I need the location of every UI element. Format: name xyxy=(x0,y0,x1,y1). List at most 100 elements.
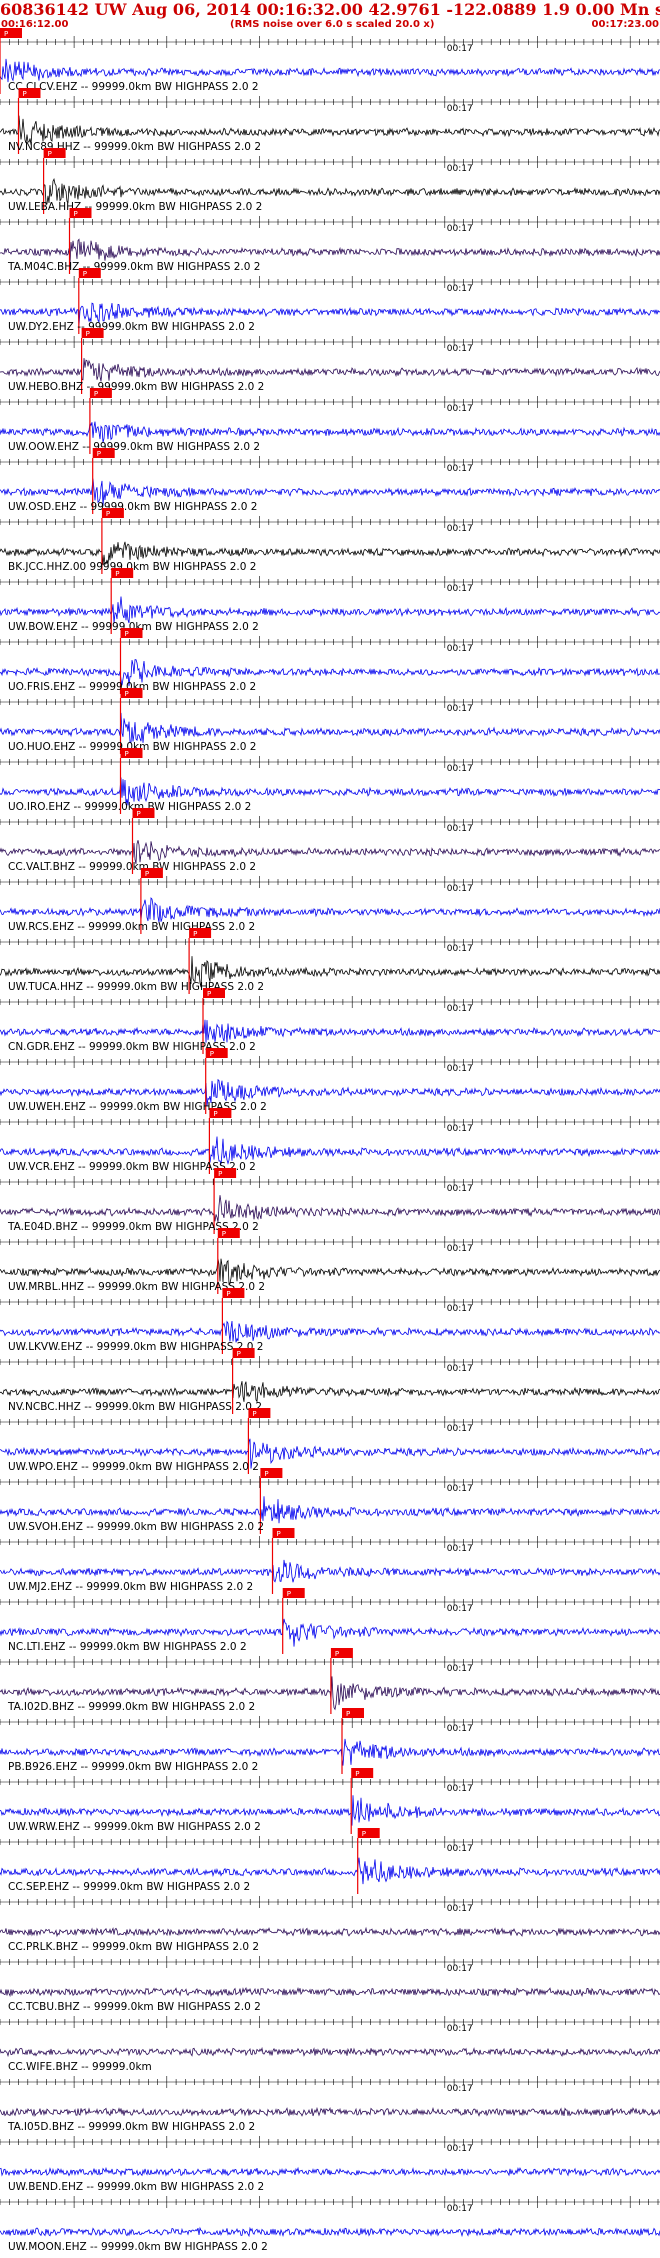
trace-label: UW.DY2.EHZ -- 99999.0km BW HIGHPASS 2.0 … xyxy=(8,321,255,333)
trace-label: UW.LEBA.HHZ -- 99999.0km BW HIGHPASS 2.0… xyxy=(8,201,262,213)
trace-label: UW.TUCA.HHZ -- 99999.0km BW HIGHPASS 2.0… xyxy=(8,981,264,993)
trace-label: UW.BEND.EHZ -- 99999.0km BW HIGHPASS 2.0… xyxy=(8,2181,264,2193)
waveform-trace xyxy=(0,1381,660,1403)
pick-marker-label: P xyxy=(237,1350,241,1358)
minute-tick-label: 00:17 xyxy=(447,2024,473,2034)
trace-label: TA.I05D.BHZ -- 99999.0km BW HIGHPASS 2.0… xyxy=(7,2121,255,2133)
waveform-trace xyxy=(0,2166,660,2177)
pick-marker-label: P xyxy=(145,870,149,878)
seismogram-plot: 00:17PCC.CLCV.EHZ -- 99999.0km BW HIGHPA… xyxy=(0,28,660,2253)
minute-tick-label: 00:17 xyxy=(447,1964,473,1974)
minute-tick-label: 00:17 xyxy=(447,524,473,534)
minute-tick-label: 00:17 xyxy=(447,1124,473,1134)
minute-tick-label: 00:17 xyxy=(447,1904,473,1914)
pick-marker-label: P xyxy=(94,390,98,398)
waveform-trace xyxy=(0,1195,660,1222)
waveform-trace xyxy=(0,596,660,624)
minute-tick-label: 00:17 xyxy=(447,1184,473,1194)
trace-label: UW.MOON.EHZ -- 99999.0km BW HIGHPASS 2.0… xyxy=(8,2241,268,2253)
minute-tick-label: 00:17 xyxy=(447,344,473,354)
pick-marker-label: P xyxy=(115,570,119,578)
trace-label: UW.HEBO.BHZ -- 99999.0km BW HIGHPASS 2.0… xyxy=(8,381,264,393)
waveform-trace xyxy=(0,1320,660,1343)
minute-tick-label: 00:17 xyxy=(447,1064,473,1074)
minute-tick-label: 00:17 xyxy=(447,1484,473,1494)
minute-tick-label: 00:17 xyxy=(447,1004,473,1014)
waveform-trace xyxy=(0,897,660,923)
pick-marker-label: P xyxy=(74,210,78,218)
minute-tick-label: 00:17 xyxy=(447,1244,473,1254)
pick-marker-label: P xyxy=(106,510,110,518)
minute-tick-label: 00:17 xyxy=(447,1844,473,1854)
pick-marker-label: P xyxy=(23,90,27,98)
pick-marker-label: P xyxy=(355,1770,359,1778)
minute-tick-label: 00:17 xyxy=(447,584,473,594)
pick-marker-label: P xyxy=(226,1290,230,1298)
trace-label: CC.WIFE.BHZ -- 99999.0km xyxy=(8,2061,152,2073)
pick-marker-label: P xyxy=(346,1710,350,1718)
minute-tick-label: 00:17 xyxy=(447,1544,473,1554)
minute-tick-label: 00:17 xyxy=(447,884,473,894)
pick-marker-label: P xyxy=(264,1470,268,1478)
pick-marker-label: P xyxy=(222,1230,226,1238)
minute-tick-label: 00:17 xyxy=(447,1304,473,1314)
minute-tick-label: 00:17 xyxy=(447,1364,473,1374)
waveform-trace xyxy=(0,2046,660,2058)
waveform-trace xyxy=(0,712,660,744)
waveform-trace xyxy=(0,1019,660,1043)
trace-label: UW.RCS.EHZ -- 99999.0km BW HIGHPASS 2.0 … xyxy=(8,921,255,933)
trace-label: CC.SEP.EHZ -- 99999.0km BW HIGHPASS 2.0 … xyxy=(8,1881,250,1893)
trace-label: CC.TCBU.BHZ -- 99999.0km BW HIGHPASS 2.0… xyxy=(8,2001,261,2013)
minute-tick-label: 00:17 xyxy=(447,44,473,54)
trace-label: UW.WRW.EHZ -- 99999.0km BW HIGHPASS 2.0 … xyxy=(8,1821,261,1833)
trace-label: UO.IRO.EHZ -- 99999.0km BW HIGHPASS 2.0 … xyxy=(8,801,251,813)
minute-tick-label: 00:17 xyxy=(447,2084,473,2094)
minute-tick-label: 00:17 xyxy=(447,2144,473,2154)
pick-marker-label: P xyxy=(83,270,87,278)
pick-marker-label: P xyxy=(335,1650,339,1658)
pick-marker-label: P xyxy=(252,1410,256,1418)
pick-marker-label: P xyxy=(210,1050,214,1058)
waveform-trace xyxy=(0,2226,660,2238)
trace-label: CC.PRLK.BHZ -- 99999.0km BW HIGHPASS 2.0… xyxy=(8,1941,259,1953)
pick-marker-label: P xyxy=(125,750,129,758)
pick-marker-label: P xyxy=(287,1590,291,1598)
trace-label: UW.OSD.EHZ -- 99999.0km BW HIGHPASS 2.0 … xyxy=(8,501,257,513)
pick-marker-label: P xyxy=(48,150,52,158)
trace-label: TA.M04C.BHZ -- 99999.0km BW HIGHPASS 2.0… xyxy=(7,261,260,273)
trace-label: UW.WPO.EHZ -- 99999.0km BW HIGHPASS 2.0 … xyxy=(8,1461,259,1473)
minute-tick-label: 00:17 xyxy=(447,704,473,714)
waveform-trace xyxy=(0,358,660,382)
pick-marker-label: P xyxy=(193,930,197,938)
minute-tick-label: 00:17 xyxy=(447,224,473,234)
minute-tick-label: 00:17 xyxy=(447,1664,473,1674)
pick-marker-label: P xyxy=(97,450,101,458)
waveform-trace xyxy=(0,421,660,443)
minute-tick-label: 00:17 xyxy=(447,464,473,474)
pick-marker-label: P xyxy=(4,30,8,38)
pick-marker-label: P xyxy=(277,1530,281,1538)
trace-label: UW.OOW.EHZ -- 99999.0km BW HIGHPASS 2.0 … xyxy=(8,441,260,453)
waveform-trace xyxy=(0,1986,660,1998)
minute-tick-label: 00:17 xyxy=(447,164,473,174)
waveform-trace xyxy=(0,58,660,83)
minute-tick-label: 00:17 xyxy=(447,2204,473,2214)
pick-marker-label: P xyxy=(137,810,141,818)
waveform-trace xyxy=(0,1926,660,1938)
waveform-trace xyxy=(0,1496,660,1524)
pick-marker-label: P xyxy=(125,630,129,638)
trace-label: TA.I02D.BHZ -- 99999.0km BW HIGHPASS 2.0… xyxy=(7,1701,255,1713)
trace-label: UW.SVOH.EHZ -- 99999.0km BW HIGHPASS 2.0… xyxy=(8,1521,264,1533)
minute-tick-label: 00:17 xyxy=(447,1784,473,1794)
minute-tick-label: 00:17 xyxy=(447,104,473,114)
pick-marker-label: P xyxy=(218,1170,222,1178)
waveform-trace xyxy=(0,2106,660,2117)
minute-tick-label: 00:17 xyxy=(447,1604,473,1614)
pick-marker-label: P xyxy=(207,990,211,998)
minute-tick-label: 00:17 xyxy=(447,764,473,774)
pick-marker-label: P xyxy=(362,1830,366,1838)
waveform-trace xyxy=(0,1559,660,1583)
minute-tick-label: 00:17 xyxy=(447,404,473,414)
trace-label: NC.LTI.EHZ -- 99999.0km BW HIGHPASS 2.0 … xyxy=(8,1641,247,1653)
trace-label: PB.B926.EHZ -- 99999.0km BW HIGHPASS 2.0… xyxy=(8,1761,258,1773)
